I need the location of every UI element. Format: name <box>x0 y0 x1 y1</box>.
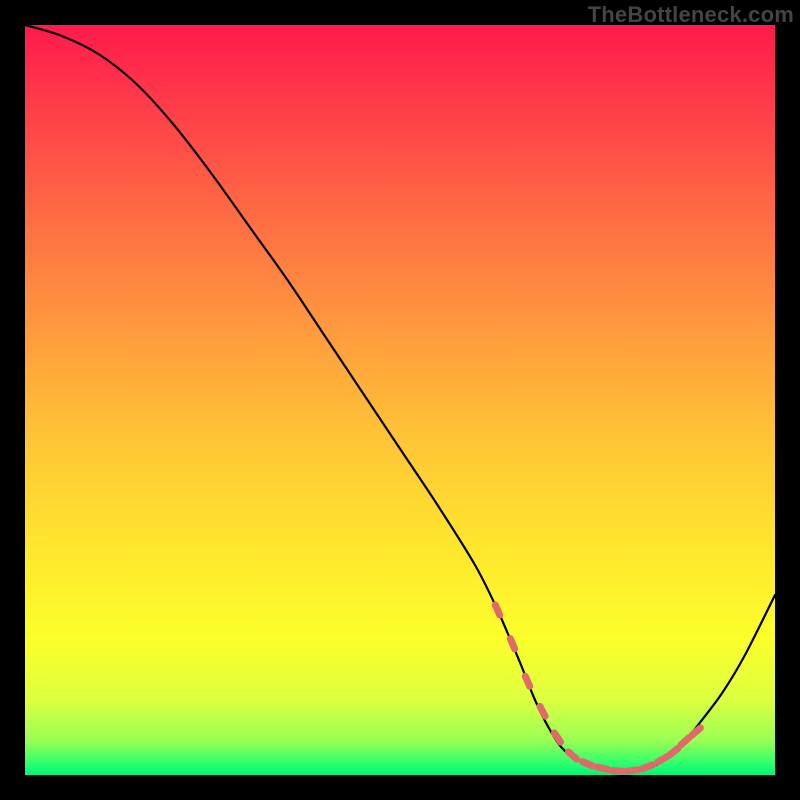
chart-plot-area <box>25 25 775 775</box>
highlight-dot <box>658 757 668 762</box>
highlight-dot <box>525 676 529 686</box>
highlight-dot <box>597 767 608 770</box>
highlight-dot <box>582 762 592 766</box>
highlight-dot <box>510 639 514 649</box>
highlight-dot <box>540 706 545 716</box>
gradient-background <box>25 25 775 775</box>
highlight-dot <box>612 770 623 771</box>
highlight-dot <box>495 605 499 615</box>
highlight-dot <box>642 765 652 769</box>
chart-svg <box>25 25 775 775</box>
chart-frame: TheBottleneck.com <box>0 0 800 800</box>
highlight-dot <box>627 770 638 772</box>
watermark-text: TheBottleneck.com <box>588 2 794 28</box>
